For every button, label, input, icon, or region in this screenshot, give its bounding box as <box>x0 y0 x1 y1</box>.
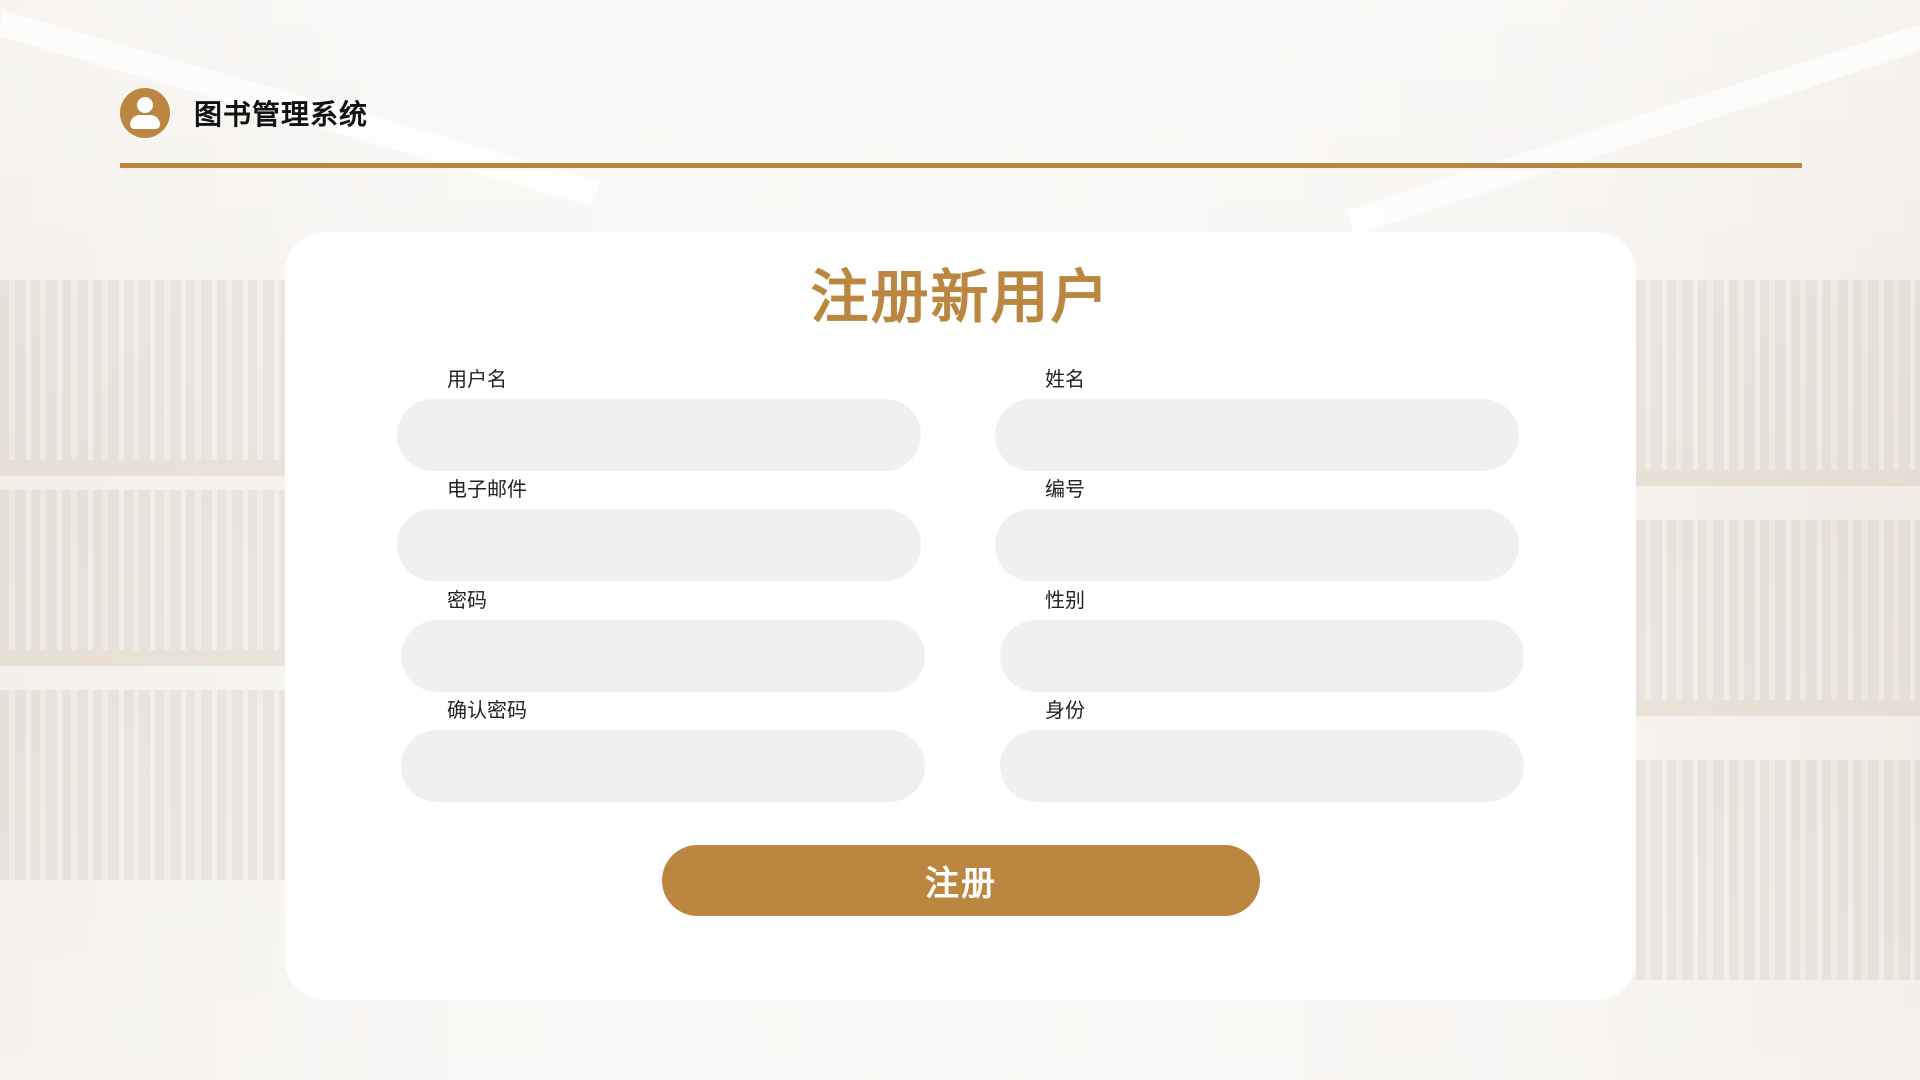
register-button[interactable]: 注册 <box>662 845 1260 916</box>
shelf-board <box>0 650 285 666</box>
user-avatar-icon <box>120 88 170 138</box>
bookshelf-right <box>1636 760 1920 980</box>
bookshelf-left <box>0 690 285 880</box>
number-label: 编号 <box>1045 477 1085 501</box>
email-field[interactable] <box>397 509 921 581</box>
password-field[interactable] <box>401 620 925 692</box>
confirm-password-label: 确认密码 <box>447 698 527 722</box>
username-field[interactable] <box>397 399 921 471</box>
gender-field[interactable] <box>1000 620 1524 692</box>
bookshelf-right <box>1636 280 1920 470</box>
shelf-board <box>1636 700 1920 716</box>
form-title: 注册新用户 <box>810 263 1111 331</box>
shelf-board <box>0 460 285 476</box>
bookshelf-left <box>0 280 285 460</box>
identity-field[interactable] <box>1000 730 1524 802</box>
name-label: 姓名 <box>1045 367 1085 391</box>
app-header: 图书管理系统 <box>120 88 368 138</box>
password-label: 密码 <box>447 588 487 612</box>
header-divider <box>120 163 1802 168</box>
username-label: 用户名 <box>447 367 507 391</box>
registration-card: 注册新用户 用户名 姓名 电子邮件 编号 密码 性别 确认密码 身份 注册 <box>285 232 1636 1000</box>
identity-label: 身份 <box>1045 698 1085 722</box>
light-beam <box>1345 19 1920 236</box>
app-title: 图书管理系统 <box>194 98 369 131</box>
name-field[interactable] <box>995 399 1519 471</box>
email-label: 电子邮件 <box>447 477 527 501</box>
number-field[interactable] <box>995 509 1519 581</box>
bookshelf-right <box>1636 520 1920 700</box>
confirm-password-field[interactable] <box>401 730 925 802</box>
shelf-board <box>1636 470 1920 486</box>
bookshelf-left <box>0 490 285 650</box>
gender-label: 性别 <box>1045 588 1085 612</box>
